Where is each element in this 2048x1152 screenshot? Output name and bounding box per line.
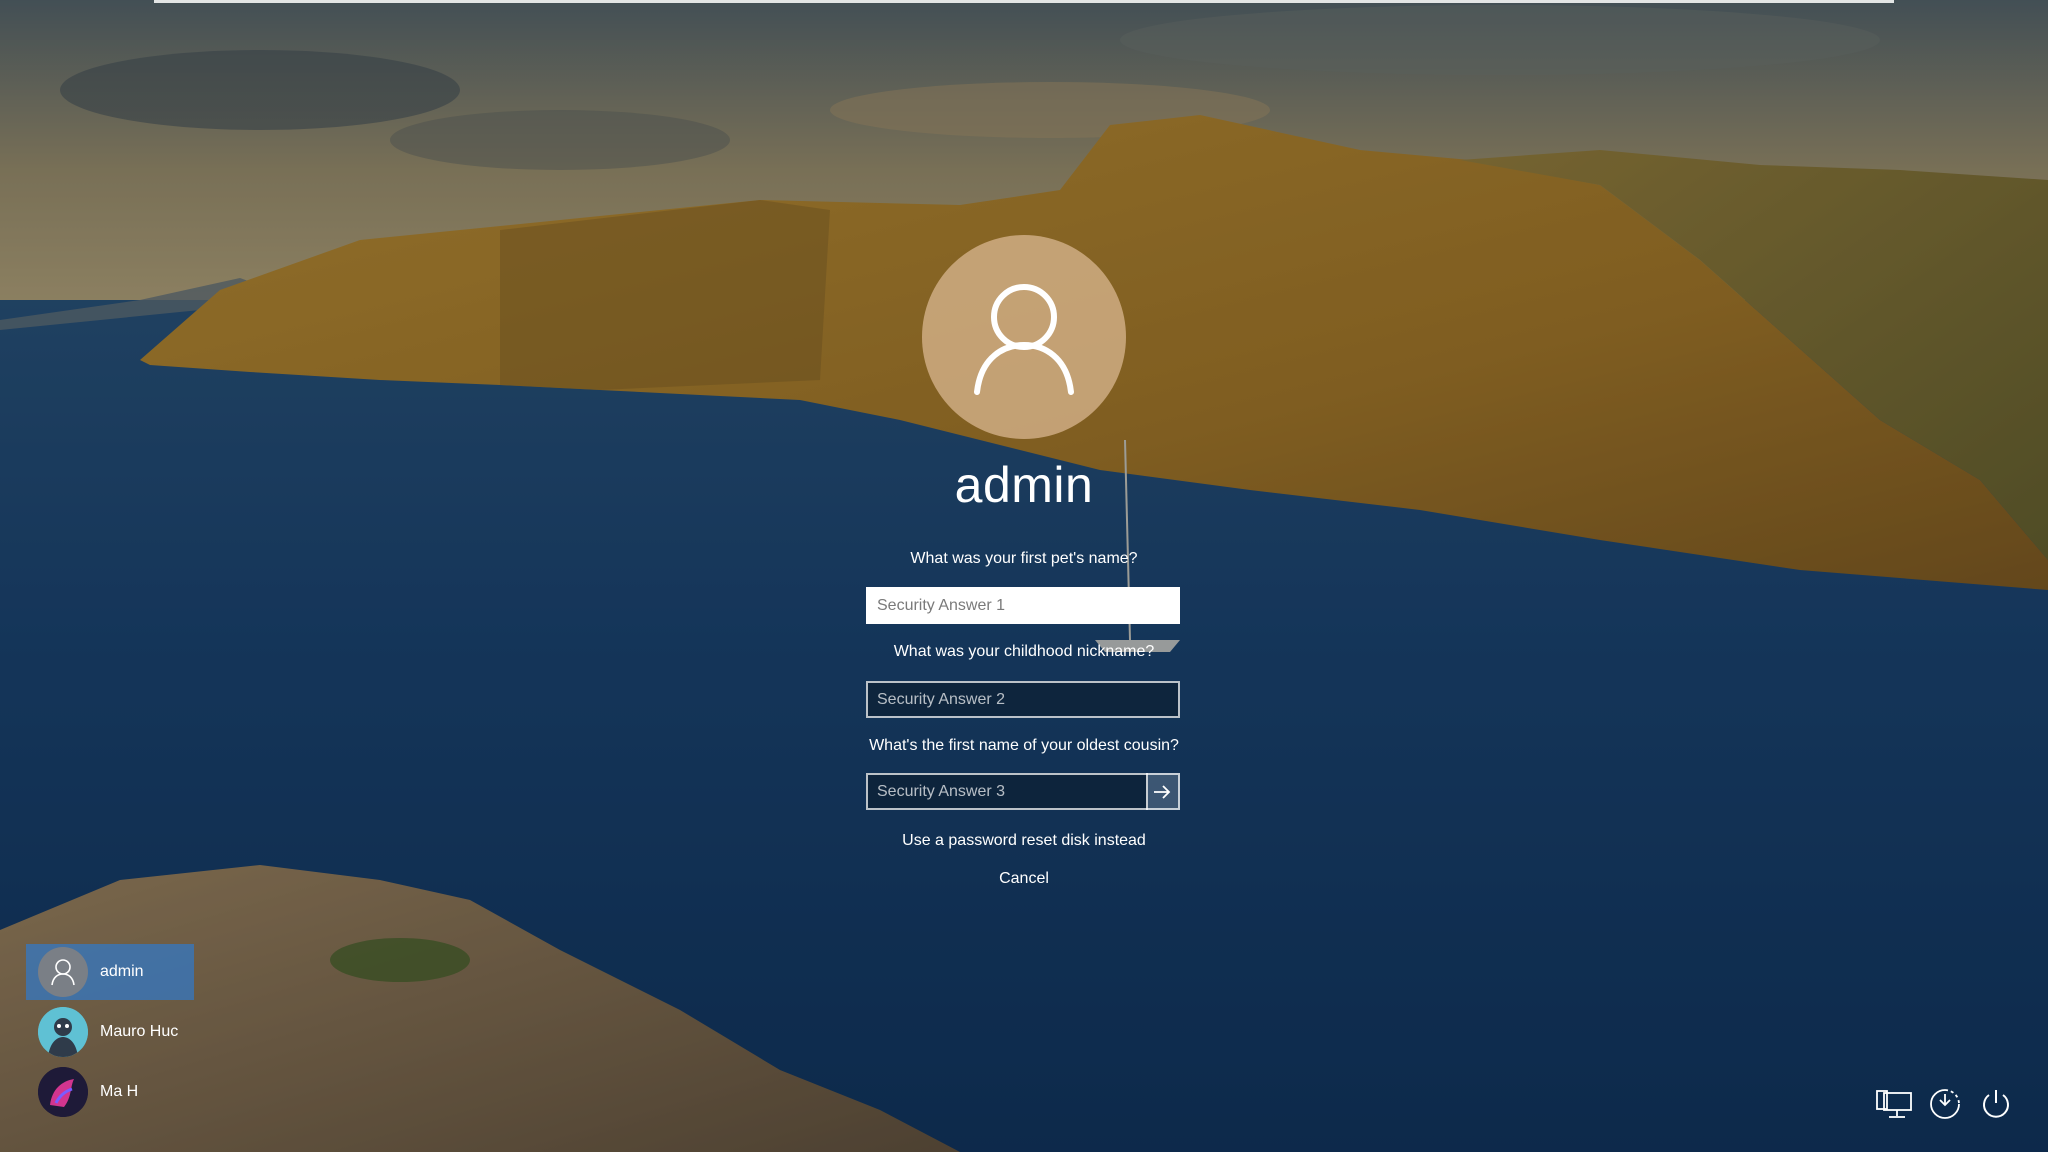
security-question-1: What was your first pet's name? (910, 550, 1138, 567)
power-button[interactable] (1976, 1084, 2016, 1124)
user-label: Mauro Huc (100, 1023, 179, 1040)
ease-of-access-button[interactable] (1925, 1084, 1965, 1124)
ease-of-access-icon (1930, 1089, 1960, 1119)
security-questions-panel: admin What was your first pet's name? Wh… (0, 0, 2048, 1152)
security-question-3: What's the first name of your oldest cou… (869, 737, 1179, 754)
person-icon (974, 284, 1074, 395)
security-answer-2-input[interactable] (866, 681, 1180, 718)
security-question-2: What was your childhood nickname? (893, 643, 1155, 660)
password-reset-disk-link[interactable]: Use a password reset disk instead (724, 832, 1324, 850)
account-username: admin (954, 457, 1094, 513)
arrow-right-icon (1154, 784, 1171, 799)
submit-arrow-button[interactable] (1146, 773, 1180, 810)
security-answer-1-input[interactable] (866, 587, 1180, 624)
user-avatar-ma-h (38, 1067, 88, 1117)
person-icon (51, 959, 75, 986)
user-avatar-large (922, 235, 1126, 439)
user-item-mauro-huc[interactable]: Mauro Huc (26, 1004, 194, 1060)
avatar-illustration-icon (38, 1067, 88, 1117)
network-icon (1876, 1090, 1912, 1118)
user-item-admin[interactable]: admin (26, 944, 194, 1000)
security-answer-3-input[interactable] (866, 773, 1148, 810)
avatar-illustration-icon (38, 1007, 88, 1057)
power-icon (1983, 1090, 2009, 1118)
cancel-link[interactable]: Cancel (724, 870, 1324, 888)
user-avatar-admin (38, 947, 88, 997)
lock-screen: admin What was your first pet's name? Wh… (0, 0, 2048, 1152)
user-label: admin (100, 963, 144, 980)
user-label: Ma H (100, 1083, 139, 1100)
user-item-ma-h[interactable]: Ma H (26, 1064, 194, 1120)
user-avatar-mauro-huc (38, 1007, 88, 1057)
network-button[interactable] (1874, 1084, 1914, 1124)
